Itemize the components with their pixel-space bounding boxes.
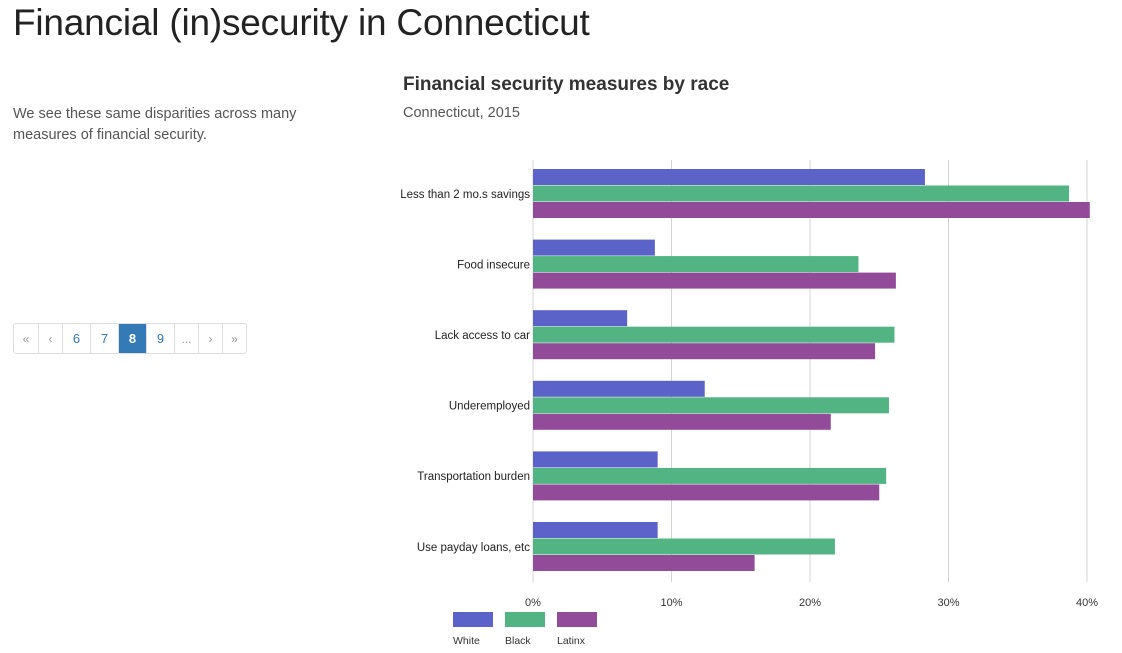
legend: White Black Latinx	[453, 612, 597, 647]
bar-chart: Less than 2 mo.s savings Food insecure Lac…	[400, 160, 1098, 647]
bar-black[interactable]	[533, 397, 889, 414]
x-tick-label: 40%	[1076, 597, 1098, 609]
legend-label-latinx: Latinx	[557, 635, 586, 647]
x-tick-label: 0%	[525, 597, 541, 609]
bar-black[interactable]	[533, 185, 1069, 202]
bar-white[interactable]	[533, 169, 925, 185]
bar-latinx[interactable]	[533, 343, 876, 360]
bar-latinx[interactable]	[533, 272, 896, 289]
category-labels: Less than 2 mo.s savings Food insecure Lac…	[400, 189, 530, 554]
bar-latinx[interactable]	[533, 202, 1090, 218]
legend-swatch-latinx	[557, 612, 597, 627]
bar-white[interactable]	[533, 310, 628, 327]
bars	[533, 169, 1090, 571]
legend-label-black: Black	[505, 635, 531, 647]
bar-latinx[interactable]	[533, 413, 831, 430]
bar-white[interactable]	[533, 380, 705, 397]
legend-label-white: White	[453, 635, 480, 647]
category-label: Less than 2 mo.s savings	[400, 189, 530, 201]
x-tick-label: 10%	[660, 597, 682, 609]
x-tick-label: 20%	[799, 597, 821, 609]
x-tick-label: 30%	[937, 597, 959, 609]
legend-swatch-black	[505, 612, 545, 627]
category-label: Transportation burden	[417, 471, 530, 483]
bar-white[interactable]	[533, 522, 658, 538]
bar-white[interactable]	[533, 451, 658, 468]
category-label: Lack access to car	[435, 330, 530, 342]
category-label: Underemployed	[449, 401, 530, 413]
bar-white[interactable]	[533, 239, 655, 256]
bar-black[interactable]	[533, 467, 887, 484]
bar-black[interactable]	[533, 326, 895, 343]
bar-latinx[interactable]	[533, 484, 880, 501]
category-label: Food insecure	[457, 259, 530, 271]
category-label: Use payday loans, etc	[417, 542, 530, 554]
bar-black[interactable]	[533, 538, 835, 555]
legend-swatch-white	[453, 612, 493, 627]
gridlines	[532, 160, 1088, 582]
bar-latinx[interactable]	[533, 555, 755, 571]
bar-black[interactable]	[533, 256, 859, 273]
x-axis-ticks: 0% 10% 20% 30% 40%	[525, 597, 1098, 609]
